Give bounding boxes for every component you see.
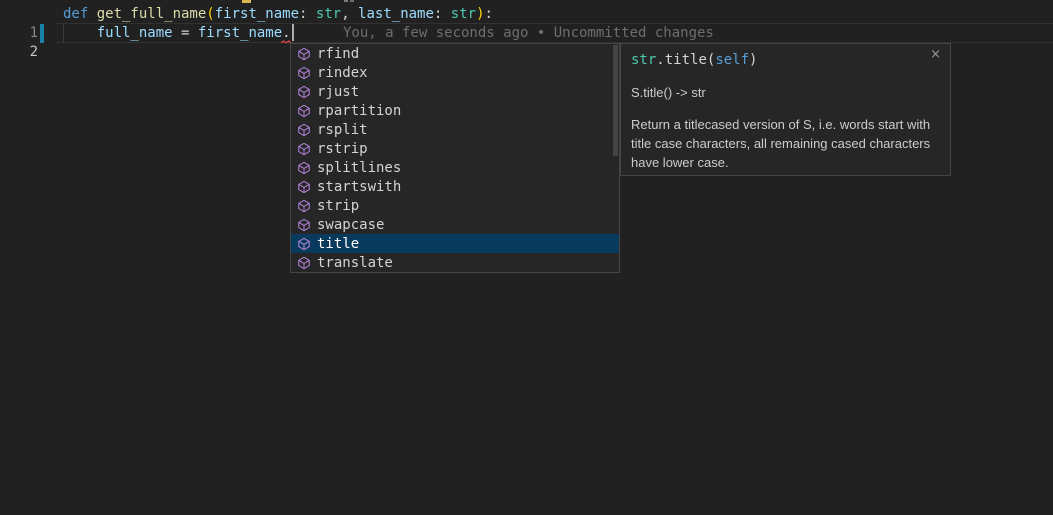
method-icon bbox=[296, 103, 312, 119]
method-icon bbox=[296, 255, 312, 271]
suggestion-label: startswith bbox=[317, 179, 401, 195]
method-icon bbox=[296, 122, 312, 138]
suggestion-label: translate bbox=[317, 255, 393, 271]
suggestion-item-splitlines[interactable]: splitlines bbox=[291, 158, 619, 177]
close-icon[interactable]: × bbox=[930, 48, 941, 61]
code-token bbox=[63, 25, 97, 41]
suggestion-item-startswith[interactable]: startswith bbox=[291, 177, 619, 196]
suggestion-item-translate[interactable]: translate bbox=[291, 253, 619, 272]
line-number[interactable]: 2 bbox=[8, 43, 38, 62]
suggestion-label: title bbox=[317, 236, 359, 252]
code-token: str bbox=[316, 6, 341, 22]
code-token: get_full_name bbox=[97, 6, 207, 22]
method-icon bbox=[296, 160, 312, 176]
suggestion-item-strip[interactable]: strip bbox=[291, 196, 619, 215]
code-text: def get_full_name(first_name: str, last_… bbox=[63, 5, 493, 24]
code-token: . bbox=[282, 25, 290, 41]
docs-summary: S.title() -> str bbox=[631, 84, 940, 101]
method-icon bbox=[296, 198, 312, 214]
suggest-scrollbar[interactable] bbox=[613, 45, 618, 156]
docs-description: Return a titlecased version of S, i.e. w… bbox=[631, 115, 931, 172]
code-token: str bbox=[451, 6, 476, 22]
code-token: : bbox=[299, 6, 316, 22]
code-token: : bbox=[485, 6, 493, 22]
suggestion-item-rfind[interactable]: rfind bbox=[291, 44, 619, 63]
suggestion-item-rjust[interactable]: rjust bbox=[291, 82, 619, 101]
suggestion-item-swapcase[interactable]: swapcase bbox=[291, 215, 619, 234]
method-icon bbox=[296, 179, 312, 195]
code-token: full_name bbox=[97, 25, 173, 41]
method-icon bbox=[296, 84, 312, 100]
suggestion-item-rstrip[interactable]: rstrip bbox=[291, 139, 619, 158]
suggestion-label: strip bbox=[317, 198, 359, 214]
suggest-widget: rfind rindex rjust rpartition rsplit rst… bbox=[290, 43, 620, 273]
editor-viewport[interactable]: 1 def get_full_name(first_name: str, las… bbox=[0, 0, 1053, 515]
clipped-line-fragment bbox=[344, 0, 348, 2]
code-token: ) bbox=[476, 6, 484, 22]
code-token: ) bbox=[749, 52, 757, 68]
code-token: first_name bbox=[215, 6, 299, 22]
suggestion-label: rfind bbox=[317, 46, 359, 62]
suggestion-label: swapcase bbox=[317, 217, 384, 233]
method-icon bbox=[296, 217, 312, 233]
code-token: last_name bbox=[358, 6, 434, 22]
method-icon bbox=[296, 236, 312, 252]
code-token: str bbox=[631, 52, 656, 68]
suggestion-item-rsplit[interactable]: rsplit bbox=[291, 120, 619, 139]
suggestion-label: splitlines bbox=[317, 160, 401, 176]
code-token: .title( bbox=[656, 52, 715, 68]
suggestion-label: rjust bbox=[317, 84, 359, 100]
suggestion-label: rsplit bbox=[317, 122, 368, 138]
suggestion-label: rpartition bbox=[317, 103, 401, 119]
code-token: def bbox=[63, 6, 97, 22]
code-token: = bbox=[173, 25, 198, 41]
method-icon bbox=[296, 141, 312, 157]
code-line-1[interactable]: 1 def get_full_name(first_name: str, las… bbox=[0, 5, 1053, 24]
text-cursor bbox=[292, 24, 294, 41]
code-token: , bbox=[341, 6, 358, 22]
suggestion-label: rstrip bbox=[317, 141, 368, 157]
clipped-line-fragment bbox=[242, 0, 251, 3]
method-icon bbox=[296, 46, 312, 62]
clipped-line-fragment bbox=[350, 0, 354, 2]
suggestion-label: rindex bbox=[317, 65, 368, 81]
suggestion-item-rindex[interactable]: rindex bbox=[291, 63, 619, 82]
code-token: ( bbox=[206, 6, 214, 22]
suggestion-item-rpartition[interactable]: rpartition bbox=[291, 101, 619, 120]
code-token: first_name bbox=[198, 25, 282, 41]
code-token: self bbox=[715, 52, 749, 68]
method-icon bbox=[296, 65, 312, 81]
docs-signature: str.title(self) bbox=[631, 51, 940, 70]
suggestion-item-title-selected[interactable]: title bbox=[291, 234, 619, 253]
code-token: : bbox=[434, 6, 451, 22]
suggest-docs-panel: × str.title(self) S.title() -> str Retur… bbox=[620, 43, 951, 176]
git-blame-annotation: You, a few seconds ago • Uncommitted cha… bbox=[343, 24, 714, 43]
code-text: full_name = first_name. bbox=[63, 24, 294, 43]
